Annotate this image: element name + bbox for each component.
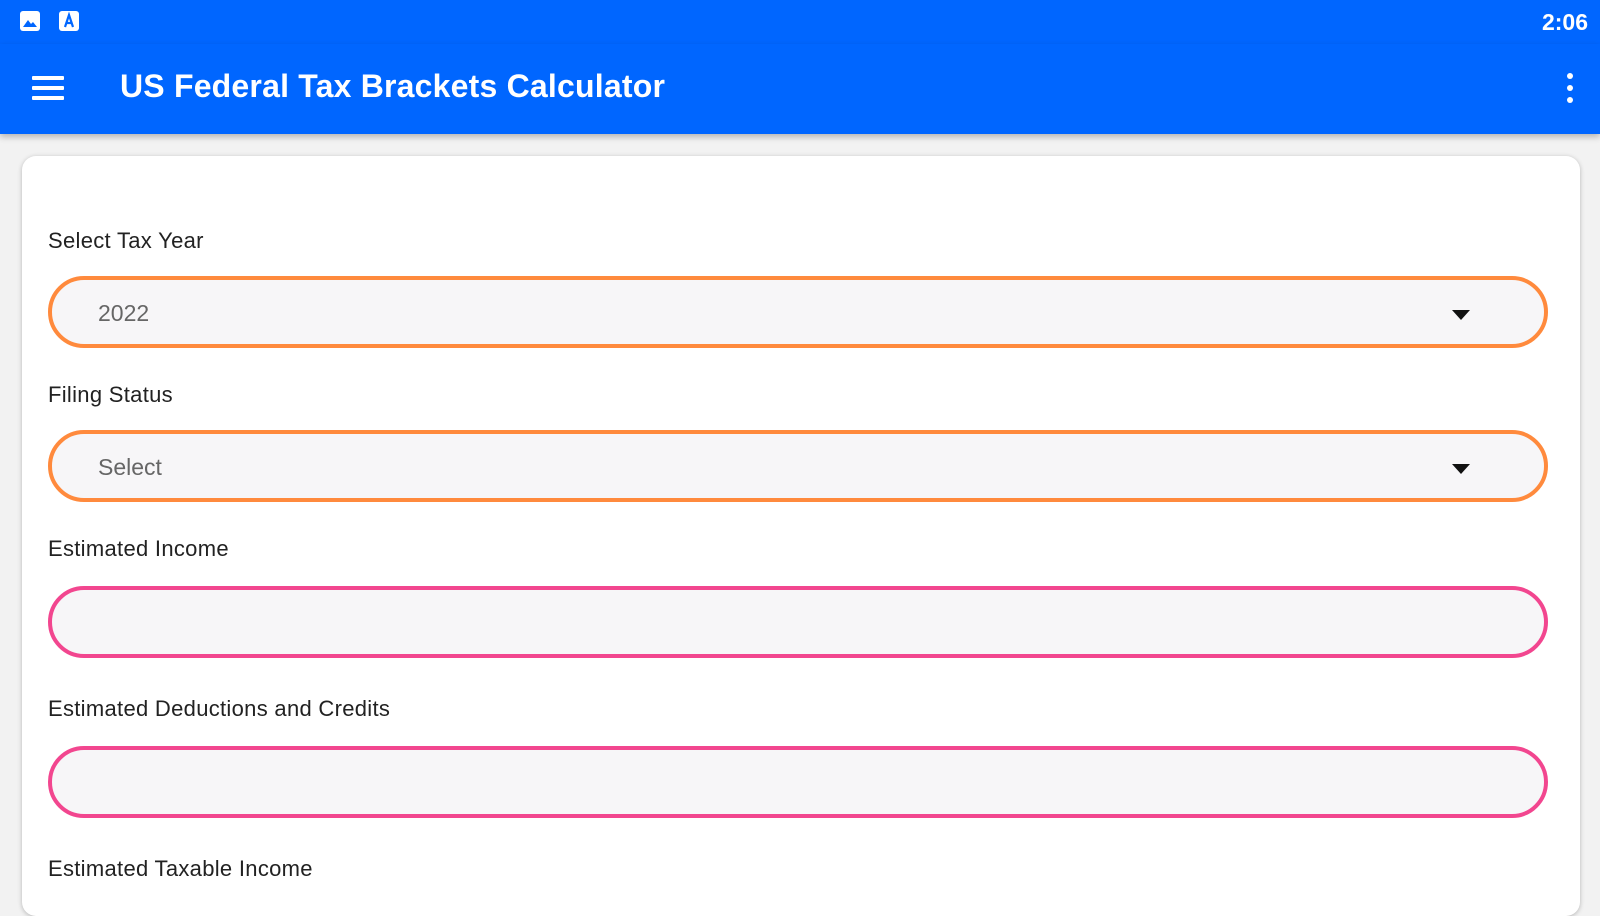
status-bar: 2:06 [0,0,1600,44]
estimated-deductions-label: Estimated Deductions and Credits [48,696,391,721]
tax-year-label: Select Tax Year [48,228,204,253]
estimated-taxable-income-label: Estimated Taxable Income [48,856,313,881]
estimated-income-label: Estimated Income [48,536,229,561]
image-icon [20,11,40,31]
chevron-down-icon [1452,464,1470,474]
tax-year-select[interactable]: 2022 [48,276,1548,348]
more-vert-icon[interactable] [1558,68,1582,108]
app-bar: US Federal Tax Brackets Calculator [0,44,1600,134]
tax-year-value: 2022 [98,300,150,326]
filing-status-value: Select [98,454,162,480]
a-notification-icon [59,11,79,31]
page-title: US Federal Tax Brackets Calculator [120,68,666,104]
estimated-income-input[interactable] [48,586,1548,658]
status-time: 2:06 [1541,9,1588,35]
filing-status-select[interactable]: Select [48,430,1548,502]
filing-status-label: Filing Status [48,382,173,407]
hamburger-menu-icon[interactable] [28,72,68,104]
form-card: Select Tax Year 2022 Filing Status Selec… [22,156,1580,916]
chevron-down-icon [1452,310,1470,320]
estimated-deductions-input[interactable] [48,746,1548,818]
